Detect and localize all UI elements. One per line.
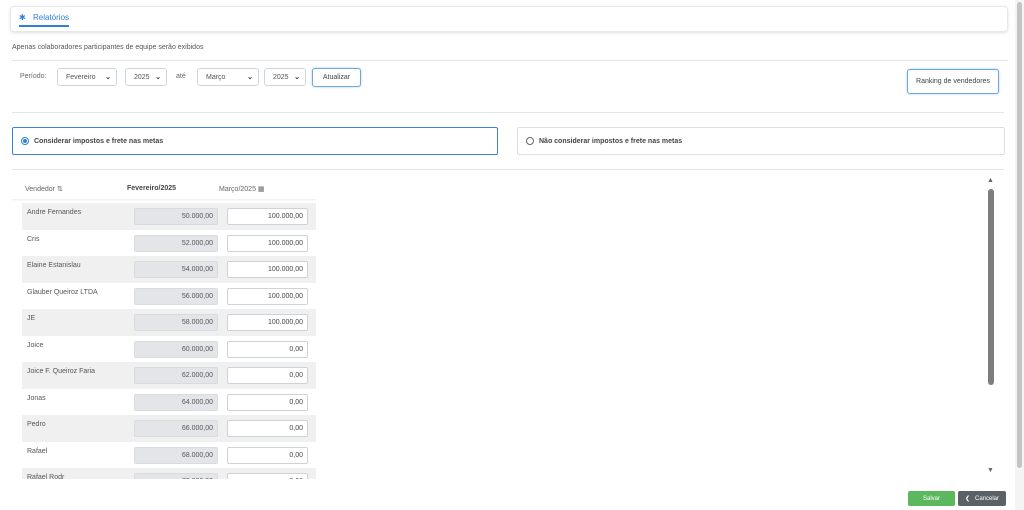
save-button[interactable]: Salvar	[908, 491, 955, 506]
feb-value: 54.000,00	[134, 261, 218, 278]
table-row: Joice F. Queiroz Faria 62.000,00 0,00	[22, 362, 316, 389]
mar-goal-input[interactable]: 100.000,00	[227, 287, 308, 305]
mar-goal-input[interactable]: 0,00	[227, 340, 308, 358]
table-row: Elaine Estanislau 54.000,00 100.000,00	[22, 256, 316, 283]
divider	[12, 169, 1004, 170]
cancel-button[interactable]: ❮ Cancelar	[958, 491, 1006, 506]
page-scroll-thumb[interactable]	[1017, 2, 1022, 468]
table-header: Vendedor ⇅ Fevereiro/2025 Março/2025 ▦	[12, 177, 316, 199]
scroll-down-icon[interactable]: ▼	[987, 467, 994, 474]
mar-goal-input[interactable]: 0,00	[227, 367, 308, 384]
chevron-down-icon: ⌄	[155, 74, 161, 81]
goals-table: Vendedor ⇅ Fevereiro/2025 Março/2025 ▦ A…	[12, 177, 316, 479]
header-seller[interactable]: Vendedor ⇅	[25, 185, 63, 193]
scroll-thumb[interactable]	[988, 189, 994, 385]
table-row: JE 58.000,00 100.000,00	[22, 309, 316, 336]
feb-value: 60.000,00	[134, 340, 218, 358]
feb-value: 52.000,00	[134, 234, 218, 252]
start-year-select[interactable]: 2025 ⌄	[125, 68, 167, 86]
option-consider-taxes[interactable]: Considerar impostos e frete nas metas	[12, 127, 498, 155]
feb-value: 66.000,00	[134, 420, 218, 437]
mar-goal-input[interactable]: 0,00	[227, 473, 308, 479]
seller-name: Jonas	[27, 394, 46, 402]
mar-goal-input[interactable]: 0,00	[227, 420, 308, 437]
chevron-down-icon: ⌄	[294, 74, 300, 81]
table-row: Pedro 66.000,00 0,00	[22, 415, 316, 442]
feb-value: 58.000,00	[134, 314, 218, 331]
end-year-select[interactable]: 2025 ⌄	[264, 68, 306, 86]
seller-name: Elaine Estanislau	[27, 262, 81, 269]
tab-label: Relatórios	[33, 13, 70, 22]
header-mar: Março/2025 ▦	[219, 186, 265, 193]
ranking-button[interactable]: Ranking de vendedores	[907, 69, 999, 94]
table-scrollbar[interactable]: ▲ ▼	[985, 177, 997, 477]
sort-icon[interactable]: ⇅	[57, 186, 63, 193]
table-row: Rafael Rodr 70.000,00 0,00	[22, 468, 316, 479]
chevron-down-icon: ⌄	[247, 74, 253, 81]
mar-goal-input[interactable]: 0,00	[227, 393, 308, 411]
seller-name: Pedro	[27, 421, 46, 428]
gear-icon: ✱	[19, 12, 26, 22]
mar-goal-input[interactable]: 100.000,00	[227, 234, 308, 252]
table-row: Andre Fernandes 50.000,00 100.000,00	[22, 203, 316, 230]
page-scrollbar[interactable]	[1015, 0, 1024, 510]
tab-bar: ✱ Relatórios	[10, 6, 1008, 32]
seller-name: Glauber Queiroz LTDA	[27, 288, 98, 296]
seller-name: Andre Fernandes	[27, 209, 82, 216]
divider	[12, 112, 1004, 113]
seller-name: Joice	[27, 341, 44, 349]
participants-notice: Apenas colaboradores participantes de eq…	[12, 44, 204, 51]
calculator-icon[interactable]: ▦	[258, 186, 265, 193]
start-month-select[interactable]: Fevereiro ⌄	[57, 68, 117, 86]
end-month-select[interactable]: Março ⌄	[197, 68, 259, 86]
chevron-down-icon: ⌄	[105, 74, 111, 81]
seller-name: Joice F. Queiroz Faria	[27, 368, 96, 375]
mar-goal-input[interactable]: 100.000,00	[227, 314, 308, 331]
feb-value: 62.000,00	[134, 367, 218, 384]
mar-goal-input[interactable]: 100.000,00	[227, 261, 308, 278]
table-row: Joice 60.000,00 0,00	[22, 336, 316, 363]
feb-value: 68.000,00	[134, 446, 218, 464]
seller-name: JE	[27, 315, 36, 322]
until-label: até	[176, 73, 186, 80]
feb-value: 64.000,00	[134, 393, 218, 411]
feb-value: 50.000,00	[134, 208, 218, 225]
seller-name: Rafael Rodr	[27, 474, 65, 479]
option-not-consider-taxes[interactable]: Não considerar impostos e frete nas meta…	[517, 127, 1005, 155]
header-feb: Fevereiro/2025	[127, 185, 177, 192]
table-row: Rafael 68.000,00 0,00	[22, 442, 316, 469]
seller-name: Rafael	[27, 447, 48, 455]
update-button[interactable]: Atualizar	[312, 68, 361, 87]
tab-relatorios[interactable]: ✱ Relatórios	[19, 12, 70, 27]
table-body: Andre Fernandes 50.000,00 100.000,00 Cris 52…	[22, 203, 316, 479]
divider	[12, 60, 1008, 61]
feb-value: 56.000,00	[134, 287, 218, 305]
seller-name: Cris	[27, 235, 40, 243]
table-row: Jonas 64.000,00 0,00	[22, 389, 316, 416]
radio-selected-icon	[21, 137, 29, 145]
period-label: Período:	[20, 73, 47, 80]
scroll-up-icon[interactable]: ▲	[987, 177, 994, 184]
mar-goal-input[interactable]: 100.000,00	[227, 208, 308, 225]
mar-goal-input[interactable]: 0,00	[227, 446, 308, 464]
table-row: Cris 52.000,00 100.000,00	[22, 230, 316, 257]
table-row: Glauber Queiroz LTDA 56.000,00 100.000,00	[22, 283, 316, 310]
radio-empty-icon	[526, 137, 534, 145]
feb-value: 70.000,00	[134, 473, 218, 479]
chevron-left-icon: ❮	[964, 496, 970, 502]
